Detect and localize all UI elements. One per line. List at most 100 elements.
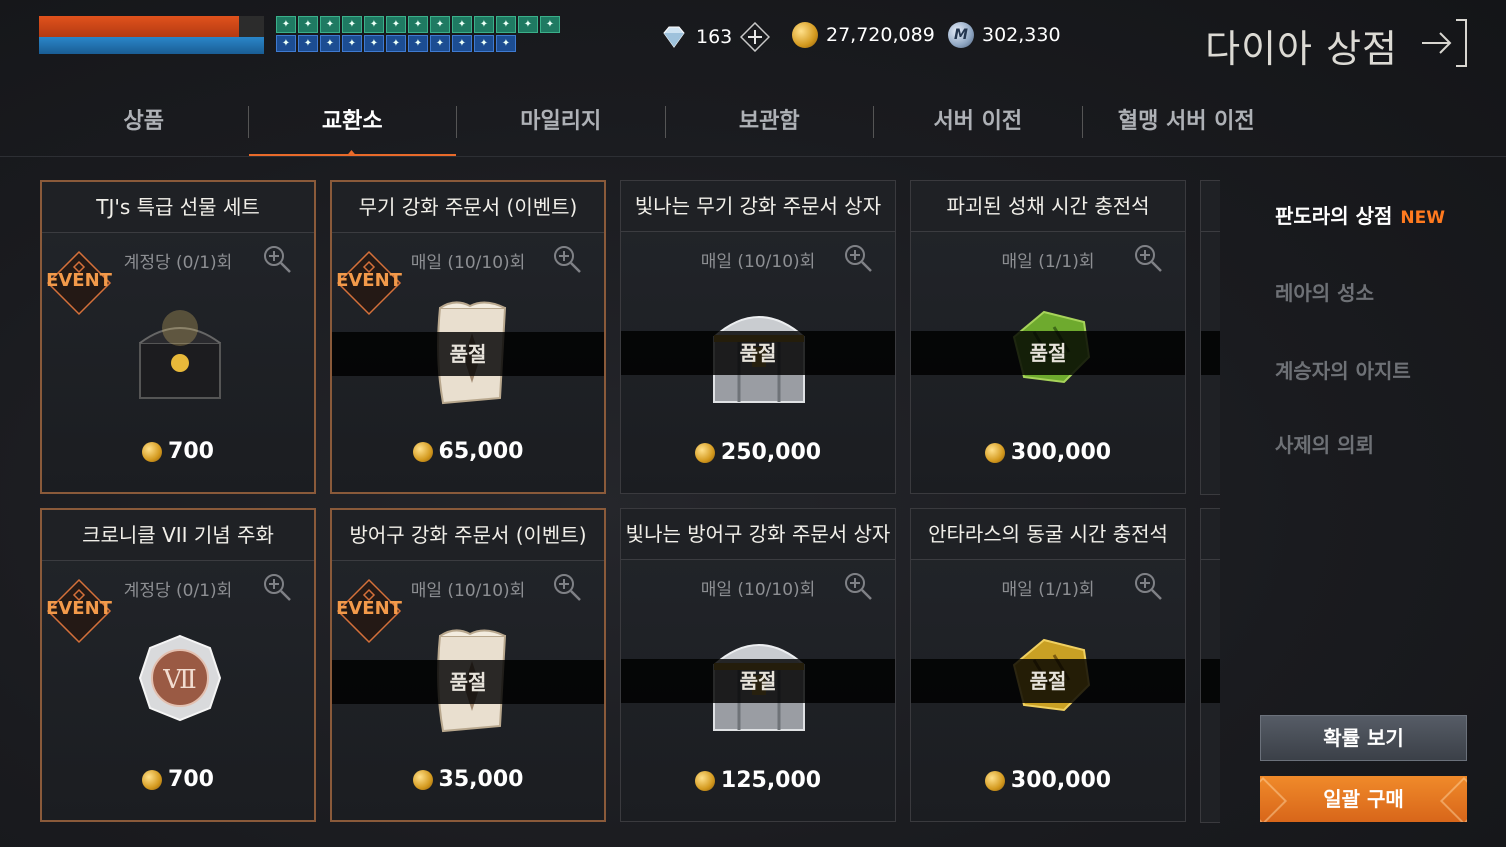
side-menu-label: 레아의 성소 bbox=[1275, 281, 1374, 305]
tab-0[interactable]: 상품 bbox=[40, 100, 248, 156]
product-title: 무기 강화 주문서 (이벤트) bbox=[332, 182, 604, 233]
zoom-in-icon[interactable] bbox=[1133, 571, 1163, 601]
soldout-label: 품절 bbox=[621, 659, 895, 703]
product-card[interactable]: 안타라스의 동굴 시간 충전석 매일 (1/1)회 품절 300,000 bbox=[910, 508, 1186, 822]
buff-icon[interactable]: ✦ bbox=[342, 16, 362, 33]
buff-icon[interactable]: ✦ bbox=[452, 35, 472, 52]
exit-icon[interactable] bbox=[1420, 18, 1468, 68]
side-menu-item[interactable]: 레아의 성소 bbox=[1275, 277, 1374, 306]
plus-icon bbox=[740, 22, 771, 52]
buff-icon[interactable]: ✦ bbox=[518, 16, 538, 33]
buff-icon[interactable]: ✦ bbox=[496, 16, 516, 33]
product-title: 파괴된 성채 시간 충전석 bbox=[911, 181, 1185, 232]
product-title: 크로니클 VII 기념 주화 bbox=[42, 510, 314, 561]
adena-coin-icon bbox=[984, 770, 1005, 791]
event-label: EVENT bbox=[336, 598, 402, 619]
silver-coin-icon: Ⅶ bbox=[138, 634, 222, 722]
buff-icon[interactable]: ✦ bbox=[298, 35, 318, 52]
new-badge: NEW bbox=[1400, 208, 1445, 228]
side-menu-item[interactable]: 계승자의 아지트 bbox=[1275, 355, 1411, 384]
buff-icon[interactable]: ✦ bbox=[364, 16, 384, 33]
price-value: 300,000 bbox=[1010, 440, 1112, 465]
side-menu-label: 판도라의 상점 bbox=[1275, 204, 1393, 228]
player-status-bars bbox=[39, 16, 264, 54]
side-menu-item[interactable]: 판도라의 상점 NEW bbox=[1275, 200, 1445, 229]
buff-icon[interactable]: ✦ bbox=[430, 16, 450, 33]
tab-3[interactable]: 보관함 bbox=[666, 100, 874, 156]
price: 700 bbox=[42, 767, 314, 792]
buff-icon[interactable]: ✦ bbox=[408, 35, 428, 52]
buff-icon[interactable]: ✦ bbox=[408, 16, 428, 33]
partial-card[interactable] bbox=[1200, 508, 1220, 823]
side-menu-label: 사제의 의뢰 bbox=[1275, 433, 1374, 457]
buff-icon[interactable]: ✦ bbox=[342, 35, 362, 52]
buff-icon[interactable]: ✦ bbox=[386, 16, 406, 33]
product-title: 빛나는 방어구 강화 주문서 상자 bbox=[621, 509, 895, 560]
zoom-in-icon[interactable] bbox=[262, 244, 292, 274]
buff-icon[interactable]: ✦ bbox=[474, 35, 494, 52]
zoom-in-icon[interactable] bbox=[552, 572, 582, 602]
product-card[interactable]: 방어구 강화 주문서 (이벤트) 매일 (10/10)회 EVENT 품절 35,000 bbox=[330, 508, 606, 822]
soldout-label: 품절 bbox=[332, 660, 604, 704]
hp-bar-fill bbox=[39, 16, 240, 37]
adena-currency: 27,720,089 bbox=[792, 22, 935, 48]
soldout-label: 품절 bbox=[332, 332, 604, 376]
buff-icon[interactable]: ✦ bbox=[320, 35, 340, 52]
zoom-in-icon[interactable] bbox=[843, 243, 873, 273]
view-probability-button[interactable]: 확률 보기 bbox=[1260, 715, 1467, 761]
product-card[interactable]: 빛나는 방어구 강화 주문서 상자 매일 (10/10)회 품절 125,000 bbox=[620, 508, 896, 822]
buff-icon[interactable]: ✦ bbox=[298, 16, 318, 33]
zoom-in-icon[interactable] bbox=[1133, 243, 1163, 273]
price-value: 700 bbox=[168, 767, 214, 792]
product-card[interactable]: 크로니클 VII 기념 주화 계정당 (0/1)회 EVENT Ⅶ 700 bbox=[40, 508, 316, 822]
buff-icon[interactable]: ✦ bbox=[430, 35, 450, 52]
shop-title: 다이아 상점 bbox=[1205, 27, 1398, 71]
product-card[interactable]: 파괴된 성채 시간 충전석 매일 (1/1)회 품절 300,000 bbox=[910, 180, 1186, 494]
adena-amount: 27,720,089 bbox=[826, 24, 935, 46]
product-title: TJ's 특급 선물 세트 bbox=[42, 182, 314, 233]
svg-text:Ⅶ: Ⅶ bbox=[162, 665, 197, 695]
tab-5[interactable]: 혈맹 서버 이전 bbox=[1083, 100, 1291, 156]
tab-4[interactable]: 서버 이전 bbox=[874, 100, 1082, 156]
price: 300,000 bbox=[911, 768, 1185, 793]
tab-divider bbox=[0, 156, 1506, 157]
black-chest-icon bbox=[139, 310, 221, 399]
buff-icon[interactable]: ✦ bbox=[496, 35, 516, 52]
diamond-icon bbox=[663, 26, 685, 48]
tab-bar: 상품 교환소 마일리지 보관함 서버 이전 혈맹 서버 이전 bbox=[40, 100, 1290, 156]
medal-amount: 302,330 bbox=[982, 24, 1061, 46]
side-menu-item[interactable]: 사제의 의뢰 bbox=[1275, 429, 1374, 458]
adena-coin-icon bbox=[694, 442, 715, 463]
buff-icon[interactable]: ✦ bbox=[364, 35, 384, 52]
price-value: 125,000 bbox=[720, 768, 822, 793]
buff-icon[interactable]: ✦ bbox=[276, 35, 296, 52]
buff-icon[interactable]: ✦ bbox=[452, 16, 472, 33]
tab-1[interactable]: 교환소 bbox=[248, 100, 457, 156]
price-value: 250,000 bbox=[720, 440, 822, 465]
buff-icon[interactable]: ✦ bbox=[320, 16, 340, 33]
buff-icon[interactable]: ✦ bbox=[276, 16, 296, 33]
price: 65,000 bbox=[332, 439, 604, 464]
zoom-in-icon[interactable] bbox=[262, 572, 292, 602]
zoom-in-icon[interactable] bbox=[552, 244, 582, 274]
event-label: EVENT bbox=[46, 270, 112, 291]
add-diamond-button[interactable] bbox=[740, 22, 771, 52]
medal-currency: M 302,330 bbox=[948, 22, 1061, 48]
product-card[interactable]: TJ's 특급 선물 세트 계정당 (0/1)회 EVENT 700 bbox=[40, 180, 316, 494]
bulk-buy-button[interactable]: 일괄 구매 bbox=[1260, 776, 1467, 822]
buff-icons[interactable]: ✦ ✦ ✦ ✦ ✦ ✦ ✦ ✦ ✦ ✦ ✦ ✦ ✦ ✦ ✦ ✦ ✦ ✦ ✦ ✦ ✦ ✦ ✦ ✦ bbox=[276, 16, 560, 52]
product-card[interactable]: 무기 강화 주문서 (이벤트) 매일 (10/10)회 EVENT 품절 65,000 bbox=[330, 180, 606, 494]
partial-card[interactable] bbox=[1200, 180, 1220, 495]
zoom-in-icon[interactable] bbox=[843, 571, 873, 601]
side-menu-label: 계승자의 아지트 bbox=[1275, 359, 1411, 383]
tab-2[interactable]: 마일리지 bbox=[457, 100, 665, 156]
buff-icon[interactable]: ✦ bbox=[386, 35, 406, 52]
price: 250,000 bbox=[621, 440, 895, 465]
event-badge: EVENT bbox=[334, 248, 404, 318]
buff-icon[interactable]: ✦ bbox=[474, 16, 494, 33]
product-card[interactable]: 빛나는 무기 강화 주문서 상자 매일 (10/10)회 품절 250,000 bbox=[620, 180, 896, 494]
product-title: 안타라스의 동굴 시간 충전석 bbox=[911, 509, 1185, 560]
adena-coin-icon bbox=[412, 769, 433, 790]
buff-icon[interactable]: ✦ bbox=[540, 16, 560, 33]
adena-coin-icon bbox=[142, 441, 163, 462]
